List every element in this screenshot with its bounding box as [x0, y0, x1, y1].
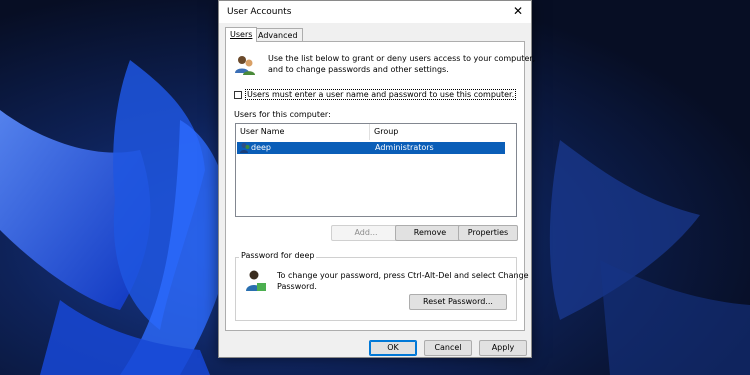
apply-button[interactable]: Apply — [479, 340, 527, 356]
users-icon — [235, 56, 255, 75]
table-row[interactable]: deep Administrators — [237, 142, 505, 154]
column-header-group[interactable]: Group — [370, 124, 516, 140]
password-text-line2: Password. — [277, 282, 317, 291]
tab-advanced[interactable]: Advanced — [253, 28, 303, 41]
close-icon[interactable]: ✕ — [511, 4, 525, 18]
password-group-title: Password for deep — [239, 251, 317, 260]
group-cell: Administrators — [375, 143, 434, 152]
user-name-cell: deep — [251, 143, 271, 152]
title-bar[interactable]: User Accounts ✕ — [219, 1, 531, 23]
user-row-icon — [240, 143, 250, 153]
ok-button[interactable]: OK — [369, 340, 417, 356]
intro-text-line1: Use the list below to grant or deny user… — [268, 54, 536, 63]
tab-advanced-label: Advanced — [258, 31, 298, 40]
cancel-button[interactable]: Cancel — [424, 340, 472, 356]
users-list[interactable]: User Name Group deep Administrators — [235, 123, 517, 217]
tab-users-label: Users — [230, 30, 253, 39]
intro-text-line2: and to change passwords and other settin… — [268, 65, 449, 74]
user-key-icon — [246, 270, 266, 291]
require-password-label[interactable]: Users must enter a user name and passwor… — [245, 89, 517, 100]
user-accounts-dialog: User Accounts ✕ Users Advanced Use the l… — [218, 0, 536, 358]
password-text-line1: To change your password, press Ctrl-Alt-… — [277, 271, 529, 280]
column-header-user-name[interactable]: User Name — [236, 124, 370, 140]
tab-users[interactable]: Users — [225, 27, 258, 42]
reset-password-button[interactable]: Reset Password... — [409, 294, 507, 310]
users-list-heading: Users for this computer: — [234, 110, 331, 119]
add-button[interactable]: Add... — [331, 225, 401, 241]
window-title: User Accounts — [227, 7, 292, 17]
properties-button[interactable]: Properties — [458, 225, 518, 241]
column-user-name-label: User Name — [240, 127, 285, 136]
column-group-label: Group — [374, 127, 399, 136]
require-password-checkbox[interactable] — [234, 91, 242, 99]
remove-button[interactable]: Remove — [395, 225, 465, 241]
